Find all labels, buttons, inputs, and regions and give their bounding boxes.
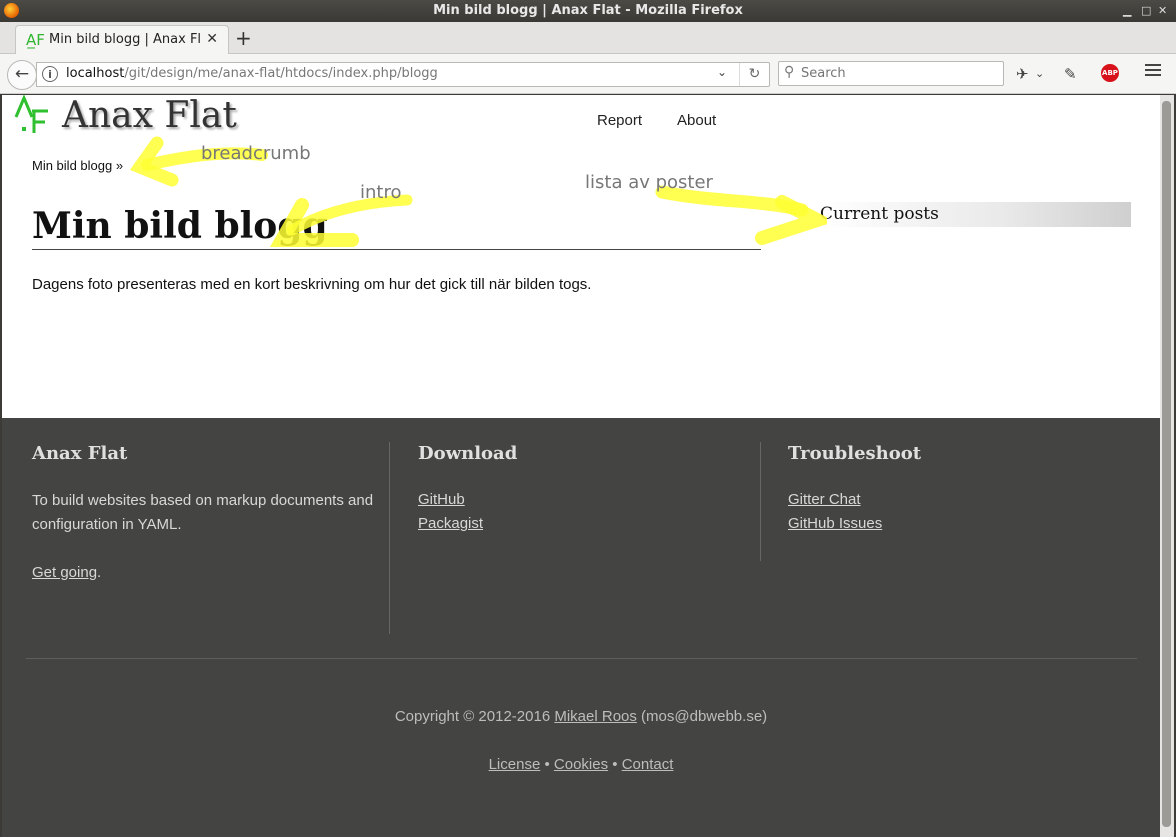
current-posts-heading: Current posts bbox=[818, 202, 1131, 227]
url-bar[interactable]: i localhost/git/design/me/anax-flat/htdo… bbox=[36, 62, 770, 87]
tab-close-icon[interactable]: ✕ bbox=[206, 31, 218, 47]
get-going-period: . bbox=[97, 564, 102, 581]
footer-heading-anax: Anax Flat bbox=[32, 443, 128, 464]
anax-favicon-icon: A̲F bbox=[26, 31, 45, 49]
cookies-link[interactable]: Cookies bbox=[554, 756, 608, 773]
anax-logo-icon[interactable] bbox=[12, 95, 52, 137]
maximize-icon[interactable]: □ bbox=[1141, 0, 1151, 22]
tab-title: Min bild blogg | Anax Flat bbox=[49, 32, 201, 47]
search-icon: ⚲ bbox=[784, 64, 795, 80]
search-input[interactable] bbox=[801, 64, 991, 83]
vertical-scrollbar[interactable] bbox=[1160, 95, 1174, 837]
legal-separator-1: • bbox=[544, 756, 550, 773]
legal-links: License • Cookies • Contact bbox=[2, 756, 1160, 773]
gitter-chat-link[interactable]: Gitter Chat bbox=[788, 491, 861, 508]
intro-text: Dagens foto presenteras med en kort besk… bbox=[32, 276, 592, 293]
copyright-line: Copyright © 2012-2016 Mikael Roos (mos@d… bbox=[2, 708, 1160, 725]
reload-icon[interactable]: ↻ bbox=[739, 63, 769, 86]
new-tab-icon[interactable]: + bbox=[235, 27, 252, 49]
back-button[interactable]: ← bbox=[7, 60, 37, 90]
addon-icon[interactable]: ✈ bbox=[1016, 65, 1029, 83]
footer-heading-troubleshoot: Troubleshoot bbox=[788, 443, 922, 464]
annotation-intro: intro bbox=[360, 182, 402, 203]
navigation-toolbar: i localhost/git/design/me/anax-flat/htdo… bbox=[0, 54, 1176, 94]
annotation-breadcrumb: breadcrumb bbox=[201, 143, 311, 164]
footer-divider-2 bbox=[760, 442, 761, 561]
author-link[interactable]: Mikael Roos bbox=[554, 708, 637, 725]
site-footer: Anax Flat To build websites based on mar… bbox=[2, 418, 1160, 837]
author-email: (mos@dbwebb.se) bbox=[641, 708, 768, 725]
footer-heading-download: Download bbox=[418, 443, 518, 464]
tab-active[interactable]: A̲F Min bild blogg | Anax Flat ✕ bbox=[15, 25, 229, 54]
hamburger-menu-icon[interactable] bbox=[1145, 64, 1161, 79]
scrollbar-thumb[interactable] bbox=[1162, 101, 1171, 827]
copyright-prefix: Copyright © 2012-2016 bbox=[394, 708, 551, 725]
window-titlebar: Min bild blogg | Anax Flat - Mozilla Fir… bbox=[0, 0, 1176, 22]
chevron-down-icon[interactable]: ⌄ bbox=[717, 65, 727, 79]
license-link[interactable]: License bbox=[489, 756, 541, 773]
page-title: Min bild blogg bbox=[32, 205, 761, 250]
github-link[interactable]: GitHub bbox=[418, 491, 465, 508]
annotation-posts: lista av poster bbox=[585, 172, 713, 193]
close-window-icon[interactable]: ✕ bbox=[1158, 0, 1167, 22]
packagist-link[interactable]: Packagist bbox=[418, 515, 483, 532]
adblock-plus-icon[interactable]: ABP bbox=[1101, 64, 1119, 82]
breadcrumb[interactable]: Min bild blogg » bbox=[32, 158, 123, 173]
site-info-icon[interactable]: i bbox=[42, 66, 58, 82]
url-host: localhost bbox=[66, 66, 125, 81]
footer-get-going-line: Get going. bbox=[32, 561, 101, 585]
get-going-link[interactable]: Get going bbox=[32, 564, 97, 581]
firefox-icon bbox=[4, 3, 19, 18]
minimize-icon[interactable]: ▁ bbox=[1123, 0, 1131, 22]
eyedropper-icon[interactable]: ✎ bbox=[1064, 65, 1077, 83]
footer-description: To build websites based on markup docume… bbox=[32, 492, 374, 533]
legal-separator-2: • bbox=[612, 756, 618, 773]
tab-strip: A̲F Min bild blogg | Anax Flat ✕ bbox=[0, 22, 1176, 54]
footer-horizontal-divider bbox=[26, 658, 1137, 659]
window-title: Min bild blogg | Anax Flat - Mozilla Fir… bbox=[433, 3, 743, 18]
nav-report[interactable]: Report bbox=[597, 112, 642, 129]
url-path: /git/design/me/anax-flat/htdocs/index.ph… bbox=[124, 66, 438, 81]
contact-link[interactable]: Contact bbox=[622, 756, 674, 773]
nav-about[interactable]: About bbox=[677, 112, 716, 129]
footer-divider-1 bbox=[389, 442, 390, 634]
url-text[interactable]: localhost/git/design/me/anax-flat/htdocs… bbox=[66, 66, 438, 81]
addon-dropdown-icon[interactable]: ⌄ bbox=[1035, 67, 1044, 80]
search-bar[interactable]: ⚲ bbox=[778, 61, 1004, 86]
page-viewport: Anax Flat Report About Min bild blogg » … bbox=[2, 95, 1160, 837]
site-title[interactable]: Anax Flat bbox=[62, 95, 237, 136]
github-issues-link[interactable]: GitHub Issues bbox=[788, 515, 882, 532]
